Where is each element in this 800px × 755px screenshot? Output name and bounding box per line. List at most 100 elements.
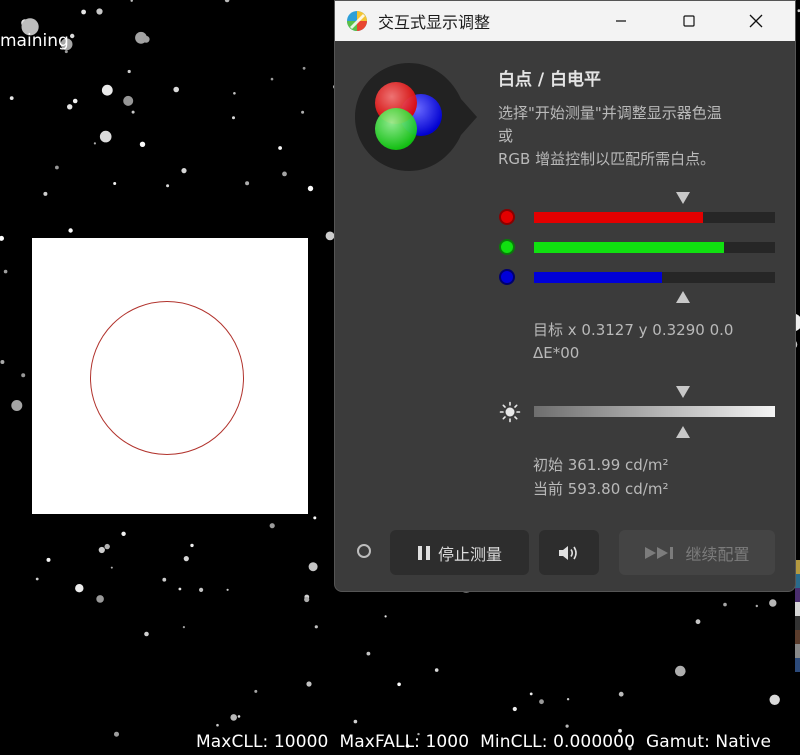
star-dot — [67, 104, 73, 110]
section-heading: 白点 / 白电平 — [498, 70, 602, 90]
star-dot — [769, 599, 777, 607]
star-dot — [182, 626, 185, 629]
window-title: 交互式显示调整 — [378, 13, 491, 32]
star-dot — [127, 69, 131, 74]
star-dot — [723, 602, 727, 607]
sound-toggle-button[interactable] — [539, 530, 599, 575]
luminance-bar — [534, 406, 775, 417]
star-dot — [313, 516, 317, 520]
star-dot — [769, 694, 780, 705]
interactive-display-adjustment-window: 交互式显示调整 白点 / 白电平 选择"开始测量"并调整显示器色温 或 RGB … — [334, 0, 796, 592]
minimize-icon — [616, 20, 626, 22]
star-dot — [98, 546, 105, 554]
star-dot — [173, 86, 179, 93]
rgb-overlap-icon — [355, 63, 477, 171]
green-gain-fill — [534, 242, 725, 253]
hdr-status-bar: MaxCLL: 10000 MaxFALL: 1000 MinCLL: 0.00… — [196, 732, 771, 752]
star-dot — [104, 543, 110, 550]
star-dot — [142, 35, 150, 43]
maxcll-label: MaxCLL: 10000 — [196, 732, 329, 752]
star-dot — [245, 181, 250, 186]
star-dot — [230, 714, 237, 721]
star-dot — [43, 191, 48, 196]
star-dot — [384, 615, 387, 618]
instructions-line: 或 — [498, 127, 514, 145]
star-dot — [278, 146, 282, 150]
blue-gain-fill — [534, 272, 662, 283]
star-dot — [46, 557, 51, 562]
continue-calibration-button[interactable]: 继续配置 — [619, 530, 775, 575]
star-dot — [190, 543, 194, 548]
star-dot — [139, 141, 146, 147]
star-dot — [110, 566, 113, 569]
luminance-marker-top — [676, 386, 690, 398]
star-dot — [130, 0, 133, 2]
mincll-label: MinCLL: 0.000000 — [480, 732, 635, 752]
star-dot — [144, 631, 149, 637]
star-dot — [9, 96, 14, 100]
skip-forward-icon — [645, 546, 674, 559]
star-dot — [114, 731, 119, 737]
star-dot — [618, 691, 624, 697]
star-dot — [199, 587, 204, 593]
star-dot — [270, 77, 274, 81]
rgb-target-marker-top — [676, 192, 690, 204]
instructions-line: RGB 增益控制以匹配所需白点。 — [498, 150, 716, 168]
maximize-button[interactable] — [666, 1, 712, 41]
star-dot — [512, 706, 517, 712]
star-dot — [162, 577, 167, 582]
star-dot — [366, 651, 371, 656]
stop-measurement-label: 停止测量 — [437, 544, 502, 564]
instructions-line: 选择"开始测量"并调整显示器色温 — [498, 104, 722, 122]
patch-circle-outline — [90, 301, 244, 455]
close-button[interactable] — [733, 1, 779, 41]
star-dot — [11, 400, 23, 411]
star-dot — [695, 619, 701, 625]
star-dot — [233, 92, 236, 95]
star-dot — [93, 142, 96, 145]
minimize-button[interactable] — [598, 1, 644, 41]
title-bar[interactable]: 交互式显示调整 — [335, 1, 795, 41]
star-dot — [216, 723, 219, 727]
star-dot — [397, 682, 401, 687]
star-dot — [113, 182, 117, 185]
star-dot — [96, 595, 104, 603]
star-dot — [306, 681, 312, 687]
sun-icon — [499, 401, 521, 423]
star-dot — [21, 373, 26, 378]
star-dot — [302, 66, 306, 70]
star-dot — [226, 588, 229, 591]
blue-gain-bar — [534, 272, 775, 283]
maximize-icon — [683, 15, 695, 27]
star-dot — [308, 562, 318, 572]
star-dot — [166, 184, 170, 188]
stop-measurement-button[interactable]: 停止测量 — [390, 530, 529, 575]
red-channel-dot — [499, 209, 515, 225]
partial-text-remaining: maining — [0, 31, 69, 51]
star-dot — [254, 689, 258, 693]
star-dot — [178, 587, 182, 591]
star-dot — [304, 596, 310, 603]
luminance-readout: 初始 361.99 cd/m² 当前 593.80 cd/m² — [533, 453, 668, 501]
star-dot — [301, 110, 305, 114]
white-test-patch — [32, 238, 308, 514]
pause-icon — [417, 545, 430, 560]
luminance-marker-bottom — [676, 426, 690, 438]
star-dot — [181, 168, 187, 174]
star-dot — [70, 33, 75, 39]
star-dot — [68, 228, 73, 233]
star-dot — [96, 8, 103, 15]
star-dot — [237, 715, 241, 718]
speaker-icon — [559, 545, 577, 560]
star-dot — [566, 698, 570, 701]
current-luminance: 当前 593.80 cd/m² — [533, 480, 669, 498]
star-dot — [307, 185, 314, 192]
star-dot — [353, 719, 358, 724]
star-dot — [224, 0, 230, 3]
star-dot — [81, 9, 86, 15]
star-dot — [99, 130, 112, 143]
star-dot — [75, 584, 84, 593]
star-dot — [755, 604, 758, 608]
star-dot — [123, 95, 134, 106]
star-dot — [183, 556, 189, 562]
